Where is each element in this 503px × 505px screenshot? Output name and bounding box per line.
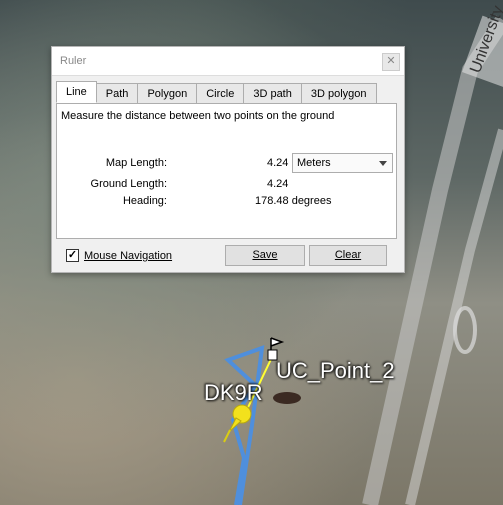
ground-length-label: Ground Length: <box>90 178 167 190</box>
mouse-navigation-label[interactable]: Mouse Navigation <box>84 250 172 262</box>
clear-button[interactable]: Clear <box>309 245 387 266</box>
close-icon[interactable]: ✕ <box>382 53 400 71</box>
tab-line[interactable]: Line <box>56 81 97 103</box>
dialog-titlebar[interactable]: Ruler ✕ <box>52 47 404 76</box>
heading-value: 178.48 degrees <box>255 195 332 207</box>
clear-button-label: Clear <box>334 249 362 261</box>
save-button[interactable]: Save <box>225 245 305 266</box>
tab-path[interactable]: Path <box>95 83 139 103</box>
tab-3d-path[interactable]: 3D path <box>243 83 302 103</box>
ruler-dialog: Ruler ✕ Line Path Polygon Circle 3D path… <box>51 46 405 273</box>
mouse-navigation-checkbox[interactable]: ✓ <box>66 249 79 262</box>
ground-length-value: 4.24 <box>267 178 289 190</box>
tab-circle[interactable]: Circle <box>196 83 245 103</box>
map-length-value: 4.24 <box>267 157 289 169</box>
dialog-title: Ruler <box>60 55 87 67</box>
dark-object <box>273 392 301 404</box>
map-length-label: Map Length: <box>105 157 167 169</box>
placemark-label-dk9r[interactable]: DK9R <box>204 380 263 406</box>
units-selected-value: Meters <box>297 157 331 169</box>
tab-3d-polygon[interactable]: 3D polygon <box>300 83 377 103</box>
save-button-label: Save <box>252 249 278 261</box>
road-marking <box>453 306 477 354</box>
tab-polygon[interactable]: Polygon <box>137 83 198 103</box>
chevron-down-icon <box>379 161 387 166</box>
measure-description: Measure the distance between two points … <box>61 110 335 122</box>
placemark-label-uc-point-2[interactable]: UC_Point_2 <box>276 358 395 384</box>
flag-icon <box>270 337 285 350</box>
mouse-navigation-label-text: Mouse Navigation <box>84 250 173 262</box>
ruler-tabs: Line Path Polygon Circle 3D path 3D poly… <box>56 81 377 103</box>
heading-label: Heading: <box>122 195 167 207</box>
line-tab-panel: Measure the distance between two points … <box>56 103 397 239</box>
units-dropdown[interactable]: Meters <box>292 153 393 173</box>
